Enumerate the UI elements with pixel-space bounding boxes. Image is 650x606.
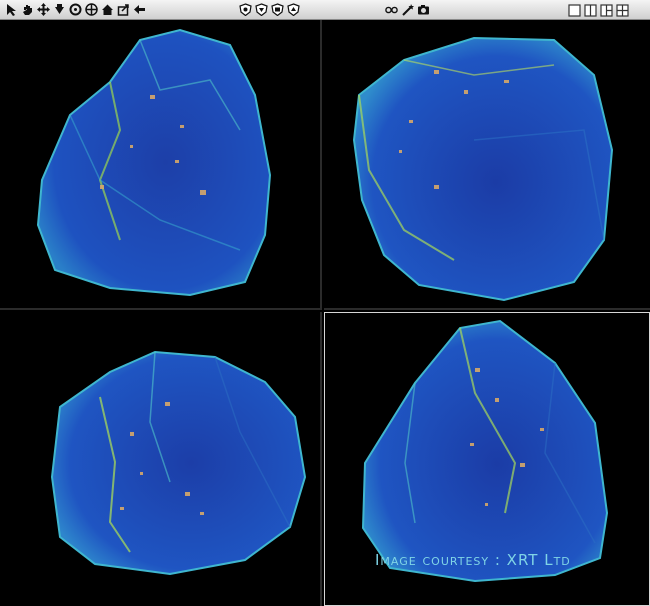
gem-render-bottom-left xyxy=(50,350,307,576)
back-arrow-icon[interactable] xyxy=(132,2,147,17)
gem-render-top-right xyxy=(352,36,614,302)
view-shield-1-icon[interactable] xyxy=(238,2,253,17)
gem-body xyxy=(352,36,614,302)
gem-body xyxy=(361,319,609,583)
viewport-top-left[interactable] xyxy=(0,20,322,310)
stereo-glasses-icon[interactable] xyxy=(384,2,399,17)
export-icon[interactable] xyxy=(116,2,131,17)
hand-pan-icon[interactable] xyxy=(20,2,35,17)
tool-group-views xyxy=(238,2,301,17)
move-cross-icon[interactable] xyxy=(36,2,51,17)
gem-body xyxy=(50,350,307,576)
camera-icon[interactable] xyxy=(416,2,431,17)
layout-quad-icon[interactable] xyxy=(615,3,629,17)
tool-group-layout xyxy=(566,3,629,17)
image-credit-text: Image courtesy : XRT Ltd xyxy=(375,551,571,569)
tool-group-left xyxy=(4,2,147,17)
layout-single-icon[interactable] xyxy=(567,3,581,17)
layout-three-icon[interactable] xyxy=(599,3,613,17)
select-arrow-icon[interactable] xyxy=(4,2,19,17)
move-axes-icon[interactable] xyxy=(84,2,99,17)
viewport-bottom-right[interactable]: Image courtesy : XRT Ltd xyxy=(324,312,650,606)
view-shield-4-icon[interactable] xyxy=(286,2,301,17)
home-icon[interactable] xyxy=(100,2,115,17)
viewer-toolbar xyxy=(0,0,650,20)
view-shield-3-icon[interactable] xyxy=(270,2,285,17)
gem-body xyxy=(36,28,272,297)
tool-group-render xyxy=(384,2,431,17)
rotate-down-icon[interactable] xyxy=(52,2,67,17)
viewport-top-right[interactable] xyxy=(324,20,650,310)
gem-render-top-left xyxy=(36,28,272,297)
layout-two-col-icon[interactable] xyxy=(583,3,597,17)
view-shield-2-icon[interactable] xyxy=(254,2,269,17)
rotate-orbit-icon[interactable] xyxy=(68,2,83,17)
wand-icon[interactable] xyxy=(400,2,415,17)
viewport-bottom-left[interactable] xyxy=(0,312,322,606)
